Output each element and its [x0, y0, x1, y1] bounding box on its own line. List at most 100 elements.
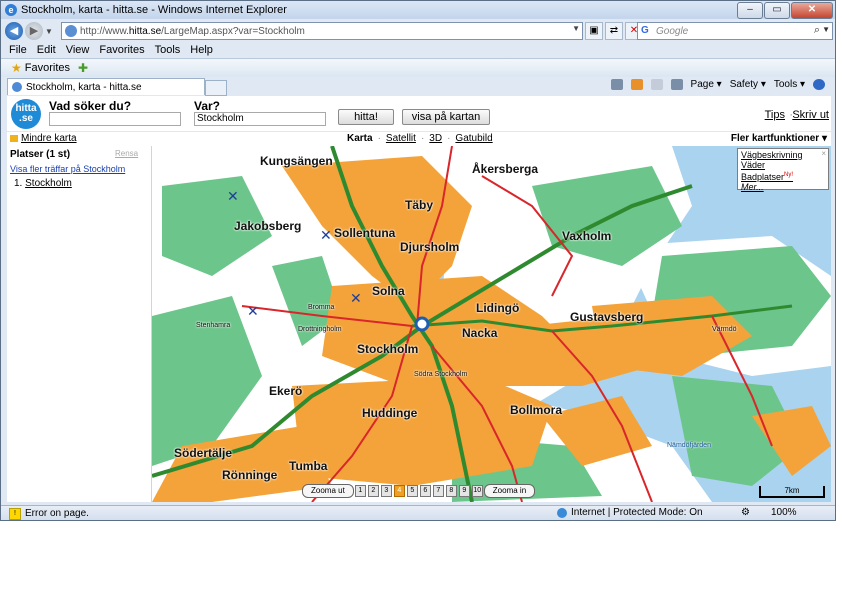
view-gatubild[interactable]: Gatubild — [455, 133, 492, 144]
address-tools: ▣ ⇄ ✕ — [585, 22, 645, 40]
map-label-lidingo: Lidingö — [476, 301, 520, 315]
find-button[interactable]: hitta! — [338, 109, 394, 125]
print-link[interactable]: Skriv ut — [792, 109, 829, 121]
popup-close-icon[interactable]: × — [821, 149, 826, 159]
close-button[interactable]: ✕ — [791, 2, 833, 19]
zoom-level-4[interactable]: 4 — [393, 485, 405, 497]
security-zone[interactable]: Internet | Protected Mode: On — [557, 507, 703, 518]
map-label-sodra: Södra Stockholm — [414, 371, 468, 378]
browser-window: e Stockholm, karta - hitta.se - Windows … — [0, 0, 836, 521]
favorites-star-icon[interactable]: ★ — [11, 61, 22, 75]
globe-icon — [557, 507, 567, 518]
menu-edit[interactable]: Edit — [37, 44, 56, 56]
command-bar: Page ▾ Safety ▾ Tools ▾ — [603, 79, 825, 90]
warning-icon[interactable]: ! — [9, 507, 21, 520]
page-content: hitta .se Vad söker du? Var? Stockholm h… — [7, 96, 831, 502]
view-3d[interactable]: 3D — [429, 133, 442, 144]
google-icon: G — [641, 25, 649, 36]
search-placeholder[interactable]: Google — [656, 26, 688, 37]
back-button[interactable]: ◀ — [5, 22, 23, 40]
smaller-map-link[interactable]: Mindre karta — [21, 133, 77, 144]
address-url[interactable]: http://www.hitta.se/LargeMap.aspx?var=St… — [80, 26, 305, 37]
minimize-button[interactable]: – — [737, 2, 763, 19]
map-label-djursholm: Djursholm — [400, 240, 460, 254]
zoom-out-button[interactable]: Zooma ut — [302, 484, 354, 498]
status-bar: ! Error on page. Internet | Protected Mo… — [1, 505, 835, 520]
maximize-button[interactable]: ▭ — [764, 2, 790, 19]
map-toolbar: Mindre karta Karta · Satellit · 3D · Gat… — [7, 131, 831, 146]
beaches-link[interactable]: BadplatserNy! — [741, 170, 825, 182]
show-on-map-button[interactable]: visa på kartan — [402, 109, 490, 125]
feeds-icon[interactable] — [630, 79, 643, 90]
map-label-sodertalje: Södertälje — [174, 446, 233, 460]
tab-stockholm[interactable]: Stockholm, karta - hitta.se — [7, 78, 205, 95]
list-item-link[interactable]: Stockholm — [25, 178, 72, 189]
zoom-level-7[interactable]: 7 — [432, 485, 444, 497]
map-label-bromma: Bromma — [308, 304, 335, 311]
map-label-akersberga: Åkersberga — [472, 162, 539, 176]
tips-link[interactable]: Tips — [765, 109, 785, 121]
map-label-bollmora: Bollmora — [510, 403, 563, 417]
menu-help[interactable]: Help — [190, 44, 213, 56]
zoom-level-10[interactable]: 10 — [471, 485, 483, 497]
search-dropdown-icon[interactable]: ▼ — [822, 25, 830, 34]
route-link[interactable]: Vägbeskrivning — [741, 150, 825, 160]
list-item[interactable]: 1. Stockholm — [14, 178, 72, 189]
what-input[interactable] — [49, 112, 181, 126]
window-title: Stockholm, karta - hitta.se - Windows In… — [21, 4, 287, 16]
weather-link[interactable]: Väder — [741, 160, 825, 170]
menu-view[interactable]: View — [66, 44, 90, 56]
favorites-bar: ★ Favorites ✚ — [1, 58, 835, 77]
more-link[interactable]: Mer... — [741, 182, 825, 192]
zoom-options-icon[interactable]: ⚙ — [741, 507, 750, 518]
menu-tools[interactable]: Tools — [155, 44, 181, 56]
smaller-map-icon[interactable] — [10, 135, 18, 142]
svg-text:✕: ✕ — [227, 189, 239, 205]
zoom-level-6[interactable]: 6 — [419, 485, 431, 497]
refresh-icon[interactable]: ⇄ — [605, 22, 623, 40]
map-label-stockholm: Stockholm — [357, 342, 419, 356]
zoom-level-2[interactable]: 2 — [367, 485, 379, 497]
recent-pages-dropdown-icon[interactable]: ▼ — [45, 27, 53, 36]
clear-link[interactable]: Rensa — [115, 149, 138, 158]
zoom-level-1[interactable]: 1 — [354, 485, 366, 497]
add-favorite-icon[interactable]: ✚ — [78, 61, 88, 75]
print-icon[interactable] — [670, 79, 683, 90]
view-satellit[interactable]: Satellit — [386, 133, 416, 144]
zoom-in-button[interactable]: Zooma in — [483, 484, 536, 498]
menu-file[interactable]: File — [9, 44, 27, 56]
page-menu[interactable]: Page ▾ — [691, 79, 722, 90]
map-label-ronninge: Rönninge — [222, 468, 278, 482]
map-canvas[interactable]: ✕ ✕ ✕ ✕ Kungsängen Åkersberga Täby Jakob… — [152, 146, 831, 502]
zoom-level-3[interactable]: 3 — [380, 485, 392, 497]
view-karta[interactable]: Karta — [347, 133, 373, 144]
tools-menu[interactable]: Tools ▾ — [774, 79, 805, 90]
zoom-level-8[interactable]: 8 — [445, 485, 457, 497]
view-separator: · — [377, 133, 381, 144]
zoom-level-5[interactable]: 5 — [406, 485, 418, 497]
search-box[interactable]: G Google ⌕ ▼ — [637, 22, 833, 40]
places-title: Platser (1 st) — [10, 149, 71, 160]
search-icon[interactable]: ⌕ — [814, 24, 820, 37]
favorites-button[interactable]: Favorites — [25, 62, 70, 74]
zoom-level-9[interactable]: 9 — [458, 485, 470, 497]
menu-favorites[interactable]: Favorites — [99, 44, 144, 56]
address-dropdown-icon[interactable]: ▼ — [572, 24, 580, 33]
home-icon[interactable] — [610, 79, 623, 90]
address-bar[interactable]: http://www.hitta.se/LargeMap.aspx?var=St… — [61, 22, 583, 40]
where-input[interactable]: Stockholm — [194, 112, 326, 126]
more-map-functions-dropdown[interactable]: Fler kartfunktioner ▾ — [731, 133, 827, 144]
status-error[interactable]: Error on page. — [25, 508, 89, 519]
window-controls: – ▭ ✕ — [736, 2, 833, 19]
svg-text:✕: ✕ — [320, 228, 332, 244]
hitta-logo[interactable]: hitta .se — [11, 99, 41, 129]
new-tab-button[interactable] — [205, 80, 227, 96]
show-more-results-link[interactable]: Visa fler träffar på Stockholm — [10, 164, 125, 174]
compatibility-icon[interactable]: ▣ — [585, 22, 603, 40]
map-label-huddinge: Huddinge — [362, 406, 418, 420]
mail-icon[interactable] — [650, 79, 663, 90]
zoom-level-status[interactable]: 100% — [771, 507, 797, 518]
forward-button[interactable]: ▶ — [25, 22, 43, 40]
safety-menu[interactable]: Safety ▾ — [730, 79, 766, 90]
help-icon[interactable] — [813, 79, 825, 90]
